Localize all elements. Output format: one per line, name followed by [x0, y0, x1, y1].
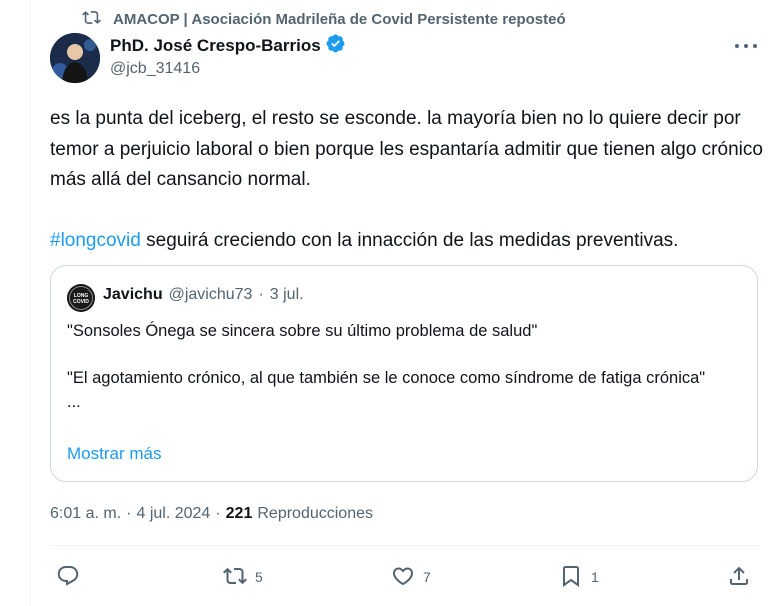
repost-count: 5 — [255, 569, 263, 585]
tweet-text: es la punta del iceberg, el resto se esc… — [50, 104, 765, 257]
bookmark-count: 1 — [591, 569, 599, 585]
quote-body: "Sonsoles Ónega se sincera sobre su últi… — [67, 322, 706, 411]
author-avatar[interactable] — [50, 33, 100, 83]
views-label: Reproducciones — [257, 505, 373, 522]
meta-separator: · — [215, 505, 221, 522]
author-name-row[interactable]: PhD. José Crespo-Barrios — [110, 34, 346, 58]
quote-author-avatar[interactable]: LONG COVID — [67, 284, 95, 312]
heart-icon — [391, 564, 415, 591]
author-handle[interactable]: @jcb_31416 — [110, 60, 200, 78]
meta-separator: · — [126, 505, 132, 522]
quote-date[interactable]: 3 jul. — [270, 286, 304, 304]
tweet-date[interactable]: 4 jul. 2024 — [136, 505, 210, 523]
like-button[interactable]: 7 — [391, 565, 431, 589]
verified-badge-icon — [325, 33, 346, 59]
bookmark-button[interactable]: 1 — [559, 565, 599, 589]
repost-banner-text: AMACOP | Asociación Madrileña de Covid P… — [113, 10, 566, 28]
quote-separator: · — [258, 286, 264, 303]
like-count: 7 — [423, 569, 431, 585]
hashtag-link[interactable]: #longcovid — [50, 230, 141, 251]
repost-button[interactable]: 5 — [223, 565, 263, 589]
quote-author-name[interactable]: Javichu — [103, 286, 163, 304]
views-count: 221 — [225, 505, 253, 522]
quote-author-handle[interactable]: @javichu73 — [169, 286, 253, 304]
repost-icon — [82, 8, 101, 31]
tweet-text-tail: seguirá creciendo con la innacción de la… — [140, 230, 679, 251]
svg-text:COVID: COVID — [73, 299, 89, 305]
tweet-text-main: es la punta del iceberg, el resto se esc… — [50, 108, 763, 190]
divider — [50, 545, 760, 546]
show-more-link[interactable]: Mostrar más — [67, 444, 161, 464]
more-options-icon[interactable] — [735, 38, 757, 54]
quoted-tweet[interactable]: LONG COVID Javichu @javichu73 · 3 jul. "… — [50, 265, 758, 482]
author-name[interactable]: PhD. José Crespo-Barrios — [110, 36, 321, 56]
tweet-metadata: 6:01 a. m. · 4 jul. 2024 · 221 Reproducc… — [50, 505, 373, 523]
reply-button[interactable] — [56, 565, 88, 589]
reply-icon — [56, 564, 80, 591]
tweet-time[interactable]: 6:01 a. m. — [50, 505, 121, 523]
share-button[interactable] — [727, 565, 759, 589]
repost-banner[interactable]: AMACOP | Asociación Madrileña de Covid P… — [82, 8, 566, 30]
bookmark-icon — [559, 564, 583, 591]
quote-header: Javichu @javichu73 · 3 jul. — [103, 286, 304, 304]
share-icon — [727, 564, 751, 591]
repost-icon — [223, 564, 247, 591]
